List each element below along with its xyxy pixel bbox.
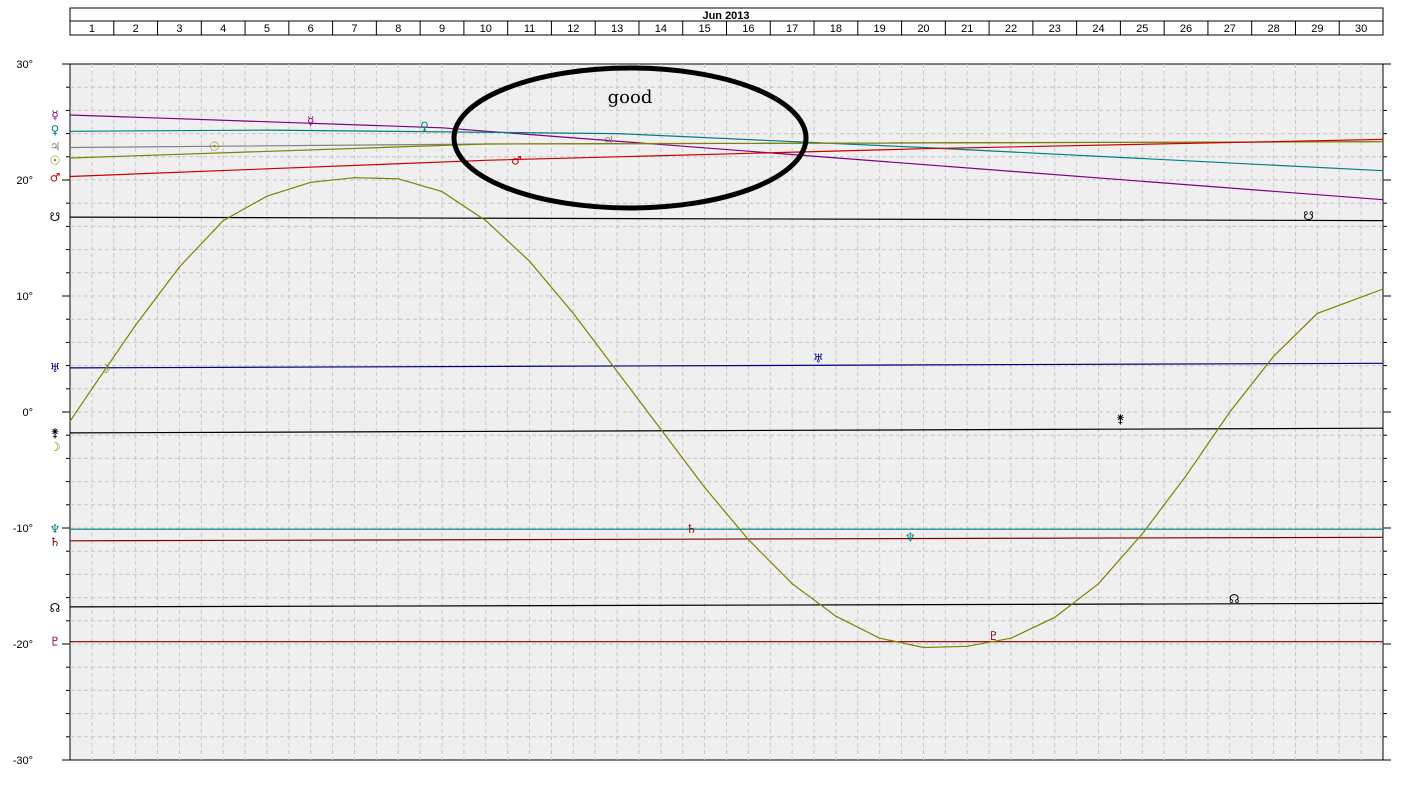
- planet-glyph: ♂: [511, 153, 522, 167]
- day-label: 17: [786, 23, 798, 35]
- planet-glyph: ⚵: [1116, 412, 1125, 426]
- y-tick-label: -10°: [13, 523, 33, 535]
- planet-glyph: ☊: [1229, 592, 1240, 606]
- planet-glyph: ♃: [603, 134, 614, 148]
- y-tick-label: 30°: [16, 59, 33, 71]
- day-label: 20: [917, 23, 929, 35]
- day-label: 7: [351, 23, 357, 35]
- y-tick-label: 20°: [16, 175, 33, 187]
- left-glyph: ♄: [50, 535, 61, 549]
- plot-area: ☿ ♀ ♃ ☉ ♂ ☋ ♅ ☽ ⚵ ♄ ♆ ☊ ♇ good: [69, 63, 1384, 761]
- y-tick-label: 0°: [22, 407, 33, 419]
- date-header: Jun 2013 1 2 3 4 5 6 7 8 9 10 11 12 13 14 15 16 17 18 19 20…: [69, 7, 1384, 36]
- day-label: 9: [439, 23, 445, 35]
- planet-glyph: ♅: [813, 352, 824, 366]
- day-label: 30: [1355, 23, 1367, 35]
- y-tick-label: -20°: [13, 639, 33, 651]
- day-label: 3: [176, 23, 182, 35]
- day-label: 10: [480, 23, 492, 35]
- day-label: 1: [89, 23, 95, 35]
- planet-glyph: ☿: [307, 114, 314, 128]
- left-glyph-column: ☿♀♃☉♂☋♅⚵☽♆♄☊♇: [50, 108, 61, 649]
- day-label: 13: [611, 23, 623, 35]
- planet-glyph: ♀: [420, 120, 429, 134]
- day-label: 2: [133, 23, 139, 35]
- left-glyph: ♃: [50, 139, 61, 153]
- left-glyph: ☋: [50, 210, 61, 224]
- day-label: 15: [698, 23, 710, 35]
- day-label: 12: [567, 23, 579, 35]
- day-label: 18: [830, 23, 842, 35]
- day-label: 28: [1267, 23, 1279, 35]
- day-label: 14: [655, 23, 667, 35]
- planet-glyph: ☽: [100, 362, 111, 376]
- left-glyph: ☊: [50, 601, 61, 615]
- day-label: 5: [264, 23, 270, 35]
- day-label: 25: [1136, 23, 1148, 35]
- declination-chart: Jun 2013 1 2 3 4 5 6 7 8 9 10 11 12 13 14 15 16 17 18 19 20…: [13, 7, 1391, 767]
- day-label: 29: [1311, 23, 1323, 35]
- day-label: 27: [1224, 23, 1236, 35]
- left-glyph: ☿: [51, 108, 58, 122]
- day-label: 23: [1049, 23, 1061, 35]
- planet-glyph: ☋: [1303, 209, 1314, 223]
- month-label: Jun 2013: [702, 10, 749, 22]
- left-glyph: ☽: [50, 440, 61, 454]
- day-label: 21: [961, 23, 973, 35]
- planet-glyph: ♄: [686, 522, 697, 536]
- left-glyph: ♇: [50, 635, 61, 649]
- day-label: 6: [308, 23, 314, 35]
- left-glyph: ♂: [50, 171, 61, 185]
- y-tick-label: -30°: [13, 755, 33, 767]
- left-glyph: ♀: [51, 123, 60, 137]
- y-tick-label: 10°: [16, 291, 33, 303]
- left-glyph: ☉: [50, 153, 61, 167]
- left-glyph: ⚵: [51, 426, 60, 440]
- day-label: 4: [220, 23, 226, 35]
- planet-glyph: ♇: [988, 629, 999, 643]
- day-label: 22: [1005, 23, 1017, 35]
- day-label: 11: [524, 23, 535, 35]
- day-label: 19: [874, 23, 886, 35]
- day-label: 26: [1180, 23, 1192, 35]
- day-label: 16: [742, 23, 754, 35]
- good-annotation: good: [608, 87, 653, 108]
- day-label: 24: [1092, 23, 1104, 35]
- day-label: 8: [395, 23, 401, 35]
- planet-glyph: ♆: [905, 530, 916, 544]
- left-glyph: ♅: [50, 361, 61, 375]
- planet-glyph: ☉: [209, 139, 220, 153]
